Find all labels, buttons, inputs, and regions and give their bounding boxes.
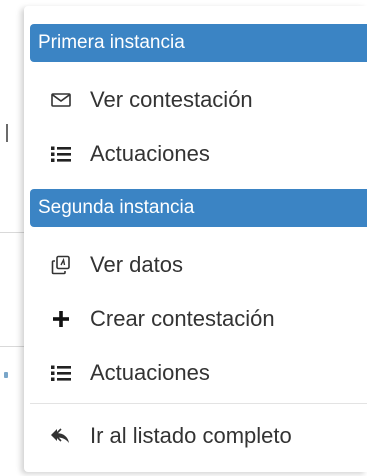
context-dropdown-menu: Primera instancia Ver contestación Actua… [24, 6, 367, 472]
menu-item-label: Ver contestación [90, 87, 253, 112]
menu-item-label: Crear contestación [90, 306, 275, 331]
menu-item-ver-datos[interactable]: Ver datos [30, 241, 367, 289]
menu-item-label: Actuaciones [90, 360, 210, 385]
menu-item-label: Actuaciones [90, 141, 210, 166]
menu-divider [30, 403, 367, 404]
menu-item-ir-al-listado-completo[interactable]: Ir al listado completo [30, 412, 367, 460]
reply-all-icon [50, 425, 72, 447]
envelope-icon [50, 89, 72, 111]
menu-item-actuaciones-segunda[interactable]: Actuaciones [30, 349, 367, 397]
menu-item-label: Ver datos [90, 252, 183, 277]
menu-item-actuaciones-primera[interactable]: Actuaciones [30, 130, 367, 178]
screen: Primera instancia Ver contestación Actua… [0, 0, 367, 476]
menu-item-ver-contestacion[interactable]: Ver contestación [30, 76, 367, 124]
menu-item-label: Ir al listado completo [90, 423, 292, 448]
copy-icon [50, 254, 72, 276]
section-header-segunda-instancia: Segunda instancia [30, 189, 367, 227]
section-header-primera-instancia: Primera instancia [30, 24, 367, 62]
list-icon [50, 143, 72, 165]
background-link-fragment [4, 372, 8, 378]
menu-item-crear-contestacion[interactable]: Crear contestación [30, 295, 367, 343]
plus-icon [50, 308, 72, 330]
list-icon [50, 362, 72, 384]
background-text-fragment [6, 124, 8, 142]
